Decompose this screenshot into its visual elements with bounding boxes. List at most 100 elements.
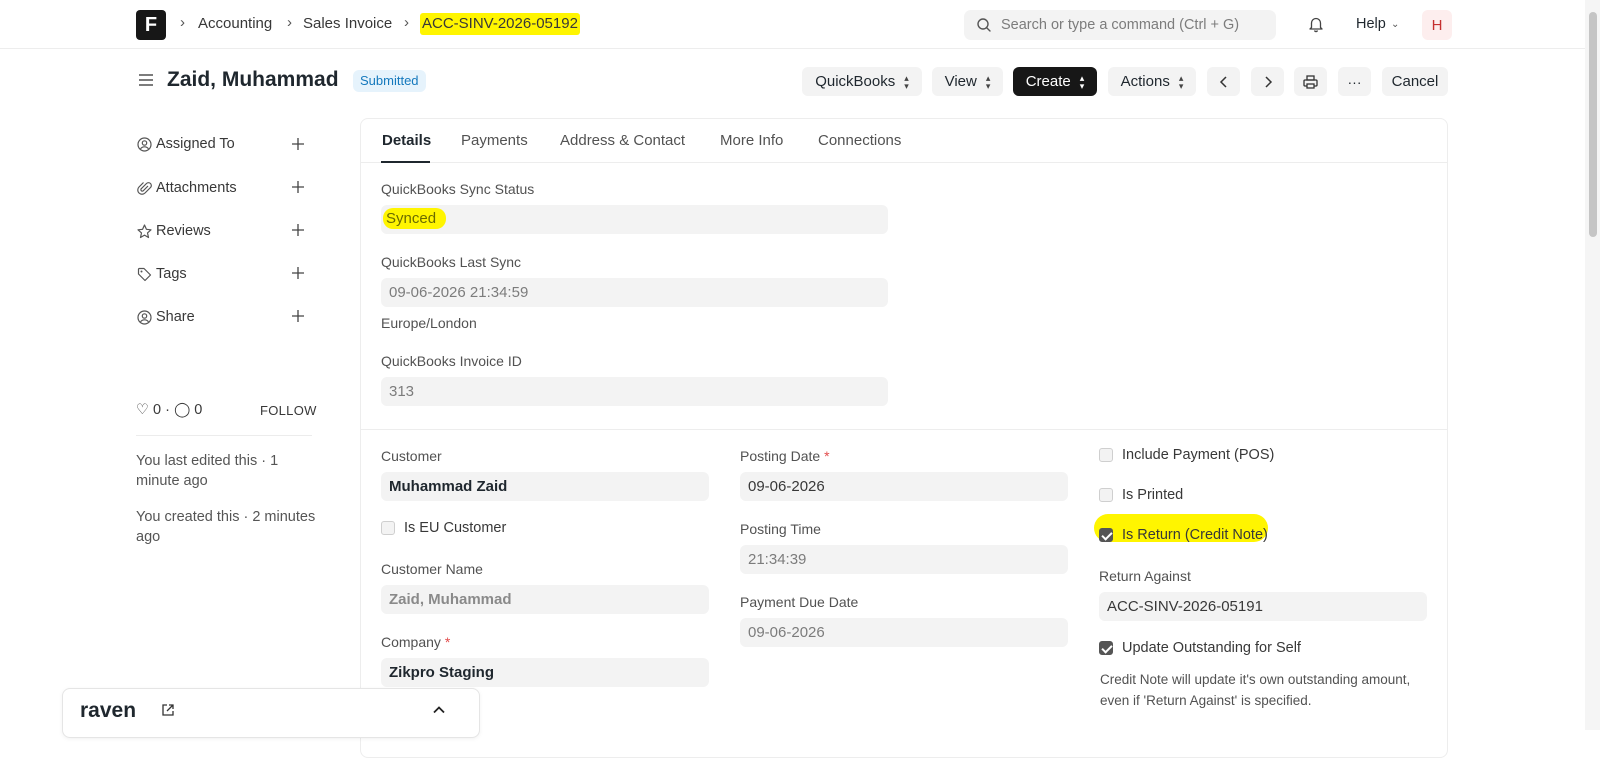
qb-invoice-id-field: 313	[381, 377, 888, 406]
posting-date-field[interactable]: 09-06-2026	[740, 472, 1068, 501]
chevron-right-icon: ›	[180, 14, 185, 31]
tab-details[interactable]: Details	[382, 132, 431, 149]
is-return-label: Is Return (Credit Note)	[1122, 527, 1268, 543]
search-bar[interactable]: Search or type a command (Ctrl + G)	[964, 10, 1276, 40]
navbar: F › Accounting › Sales Invoice › ACC-SIN…	[0, 0, 1585, 49]
more-options-button[interactable]: ···	[1338, 67, 1371, 96]
app-logo[interactable]: F	[136, 10, 166, 40]
actions-menu-button[interactable]: Actions ▴ ▾	[1108, 67, 1196, 96]
return-against-field[interactable]: ACC-SINV-2026-05191	[1099, 592, 1427, 621]
customer-label: Customer	[381, 448, 442, 464]
return-against-label: Return Against	[1099, 568, 1191, 584]
create-menu-button[interactable]: Create ▴ ▾	[1013, 67, 1097, 96]
add-review-icon[interactable]	[290, 222, 306, 238]
is-eu-customer-checkbox[interactable]	[381, 521, 395, 535]
sort-icon: ▴ ▾	[1079, 72, 1085, 91]
qb-sync-status-value: Synced	[383, 208, 447, 229]
scrollbar-thumb[interactable]	[1589, 12, 1597, 237]
sidebar-item-share[interactable]: Share	[137, 308, 307, 328]
cancel-label: Cancel	[1391, 73, 1439, 90]
star-icon	[137, 224, 152, 239]
separator-dot: ·	[165, 402, 174, 418]
view-menu-button[interactable]: View ▴ ▾	[932, 67, 1003, 96]
include-payment-pos-checkbox[interactable]	[1099, 448, 1113, 462]
required-asterisk: *	[444, 634, 451, 650]
chevron-up-icon[interactable]	[432, 703, 446, 717]
qb-sync-status-label: QuickBooks Sync Status	[381, 181, 535, 197]
follow-button[interactable]: FOLLOW	[260, 403, 317, 418]
payment-due-date-field: 09-06-2026	[740, 618, 1068, 647]
is-eu-customer-label: Is EU Customer	[404, 520, 507, 536]
external-link-icon[interactable]	[161, 703, 175, 717]
activity-last-edited: You last edited this · 1 minute ago	[136, 453, 279, 489]
chevron-right-icon: ›	[287, 14, 292, 31]
update-outstanding-description: Credit Note will update it's own outstan…	[1100, 672, 1411, 708]
company-field[interactable]: Zikpro Staging	[381, 658, 709, 687]
section-divider	[361, 429, 1447, 430]
tab-payments[interactable]: Payments	[461, 132, 528, 149]
status-badge: Submitted	[353, 70, 426, 92]
print-button[interactable]	[1294, 67, 1327, 96]
sidebar-toggle-icon[interactable]	[138, 72, 154, 88]
is-return-checkbox[interactable]	[1099, 528, 1113, 542]
notification-bell-icon[interactable]	[1307, 15, 1325, 33]
heart-icon[interactable]: ♡	[136, 402, 149, 418]
qb-last-sync-label: QuickBooks Last Sync	[381, 254, 522, 270]
posting-date-value: 09-06-2026	[748, 478, 825, 495]
help-menu[interactable]: Help	[1356, 16, 1386, 32]
is-printed-checkbox[interactable]	[1099, 488, 1113, 502]
actions-label: Actions	[1120, 73, 1170, 90]
tab-address-contact[interactable]: Address & Contact	[560, 132, 685, 149]
page-scrollbar[interactable]	[1585, 0, 1600, 730]
customer-name-label: Customer Name	[381, 561, 483, 577]
update-outstanding-checkbox[interactable]	[1099, 641, 1113, 655]
cancel-button[interactable]: Cancel	[1382, 67, 1448, 96]
qb-last-sync-field: 09-06-2026 21:34:59	[381, 278, 888, 307]
active-tab-indicator	[381, 161, 430, 163]
paperclip-icon	[137, 182, 152, 195]
qb-invoice-id-value: 313	[389, 383, 415, 400]
raven-title: raven	[80, 699, 137, 722]
next-document-button[interactable]	[1251, 67, 1284, 96]
raven-chat-widget[interactable]: raven	[62, 688, 480, 738]
comment-icon[interactable]: ◯	[174, 402, 190, 418]
required-asterisk: *	[824, 448, 830, 464]
return-against-value: ACC-SINV-2026-05191	[1107, 598, 1263, 615]
tab-bar: Details Payments Address & Contact More …	[361, 119, 1447, 163]
sidebar-item-tags[interactable]: Tags	[137, 265, 307, 285]
sidebar-item-reviews[interactable]: Reviews	[137, 222, 307, 242]
payment-due-date-label: Payment Due Date	[740, 594, 859, 610]
sidebar-item-attachments[interactable]: Attachments	[137, 179, 307, 199]
printer-icon	[1303, 74, 1318, 89]
sort-icon: ▴ ▾	[1178, 72, 1184, 91]
share-icon	[137, 310, 152, 325]
tab-more-info[interactable]: More Info	[720, 132, 783, 149]
sidebar-item-assigned-to[interactable]: Assigned To	[137, 135, 307, 155]
add-tag-icon[interactable]	[290, 265, 306, 281]
qb-sync-status-field: Synced	[381, 205, 888, 234]
page-title: Zaid, Muhammad	[167, 68, 339, 91]
quickbooks-menu-button[interactable]: QuickBooks ▴ ▾	[802, 67, 922, 96]
posting-date-label: Posting Date *	[740, 448, 830, 464]
include-payment-pos-label: Include Payment (POS)	[1122, 447, 1275, 463]
add-attachment-icon[interactable]	[290, 179, 306, 195]
sidebar-item-label: Tags	[156, 266, 187, 282]
posting-time-label: Posting Time	[740, 521, 821, 537]
add-assignment-icon[interactable]	[290, 136, 306, 152]
previous-document-button[interactable]	[1207, 67, 1240, 96]
like-count: 0	[153, 402, 162, 418]
customer-field[interactable]: Muhammad Zaid	[381, 472, 709, 501]
breadcrumb-sales-invoice[interactable]: Sales Invoice	[303, 15, 392, 32]
add-share-icon[interactable]	[290, 308, 306, 324]
company-label: Company *	[381, 634, 451, 650]
view-label: View	[944, 73, 977, 90]
breadcrumb-current-document[interactable]: ACC-SINV-2026-05192	[420, 13, 580, 35]
breadcrumb-accounting[interactable]: Accounting	[198, 15, 272, 32]
user-avatar[interactable]: H	[1422, 10, 1452, 40]
tab-connections[interactable]: Connections	[818, 132, 901, 149]
sort-icon: ▴ ▾	[985, 72, 991, 91]
quickbooks-label: QuickBooks	[815, 73, 896, 90]
sidebar-item-label: Attachments	[156, 180, 237, 196]
timezone-text: Europe/London	[381, 315, 477, 331]
sidebar-divider	[136, 435, 312, 436]
